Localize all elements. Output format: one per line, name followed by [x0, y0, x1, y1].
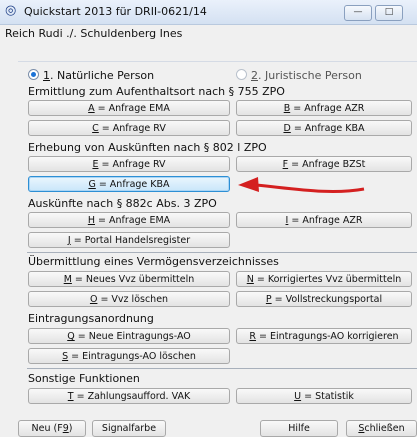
button-e-rv[interactable]: E = Anfrage RV — [28, 156, 230, 172]
button-t-vak[interactable]: T = Zahlungsaufford. VAK — [28, 388, 230, 404]
section-eintragung-label: Eintragungsanordnung — [28, 312, 154, 325]
button-s-delete-ao[interactable]: S = Eintragungs-AO löschen — [28, 348, 230, 364]
button-p-portal[interactable]: P = Vollstreckungsportal — [236, 291, 412, 307]
section-755-label: Ermittlung zum Aufenthaltsort nach § 755… — [28, 85, 285, 98]
button-f-bzst[interactable]: F = Anfrage BZSt — [236, 156, 412, 172]
radio-selected-icon — [28, 69, 39, 80]
divider — [27, 252, 417, 253]
case-parties: Reich Rudi ./. Schuldenberg Ines — [5, 27, 183, 40]
button-i-azr[interactable]: I = Anfrage AZR — [236, 212, 412, 228]
button-r-correct-ao[interactable]: R = Eintragungs-AO korrigieren — [236, 328, 412, 344]
title-bar: ◎ Quickstart 2013 für DRII-0621/14 — □ — [0, 0, 417, 25]
signal-color-button[interactable]: Signalfarbe — [92, 420, 166, 437]
button-u-statistik[interactable]: U = Statistik — [236, 388, 412, 404]
divider — [27, 368, 417, 369]
close-button[interactable]: Schließen — [346, 420, 417, 437]
radio-juristic-person[interactable]: 2. Juristische Person — [236, 69, 362, 82]
new-button[interactable]: Neu (F9) — [18, 420, 86, 437]
red-arrow-icon — [238, 177, 365, 194]
button-m-new-vvz[interactable]: M = Neues Vvz übermitteln — [28, 271, 230, 287]
radio-natural-person[interactable]: 1. Natürliche Person — [28, 69, 154, 82]
button-a-ema[interactable]: A = Anfrage EMA — [28, 100, 230, 116]
button-b-azr[interactable]: B = Anfrage AZR — [236, 100, 412, 116]
button-d-kba[interactable]: D = Anfrage KBA — [236, 120, 412, 136]
button-n-corrected-vvz[interactable]: N = Korrigiertes Vvz übermitteln — [236, 271, 412, 287]
help-button[interactable]: Hilfe — [260, 420, 338, 437]
app-logo-icon: ◎ — [5, 3, 17, 18]
quickstart-window: ◎ Quickstart 2013 für DRII-0621/14 — □ R… — [0, 0, 417, 437]
section-882c-label: Auskünfte nach § 882c Abs. 3 ZPO — [28, 197, 217, 210]
section-802-label: Erhebung von Auskünften nach § 802 l ZPO — [28, 141, 267, 154]
section-sonstige-label: Sonstige Funktionen — [28, 372, 140, 385]
button-h-ema[interactable]: H = Anfrage EMA — [28, 212, 230, 228]
button-g-kba[interactable]: G = Anfrage KBA — [28, 176, 230, 192]
maximize-button[interactable]: □ — [375, 5, 403, 21]
button-j-handelsregister[interactable]: J = Portal Handelsregister — [28, 232, 230, 248]
minimize-button[interactable]: — — [344, 5, 372, 21]
radio-unselected-icon — [236, 69, 247, 80]
window-title: Quickstart 2013 für DRII-0621/14 — [24, 5, 207, 18]
section-vermoegen-label: Übermittlung eines Vermögensverzeichniss… — [28, 255, 279, 268]
button-c-rv[interactable]: C = Anfrage RV — [28, 120, 230, 136]
button-q-new-ao[interactable]: Q = Neue Eintragungs-AO — [28, 328, 230, 344]
button-o-delete-vvz[interactable]: O = Vvz löschen — [28, 291, 230, 307]
